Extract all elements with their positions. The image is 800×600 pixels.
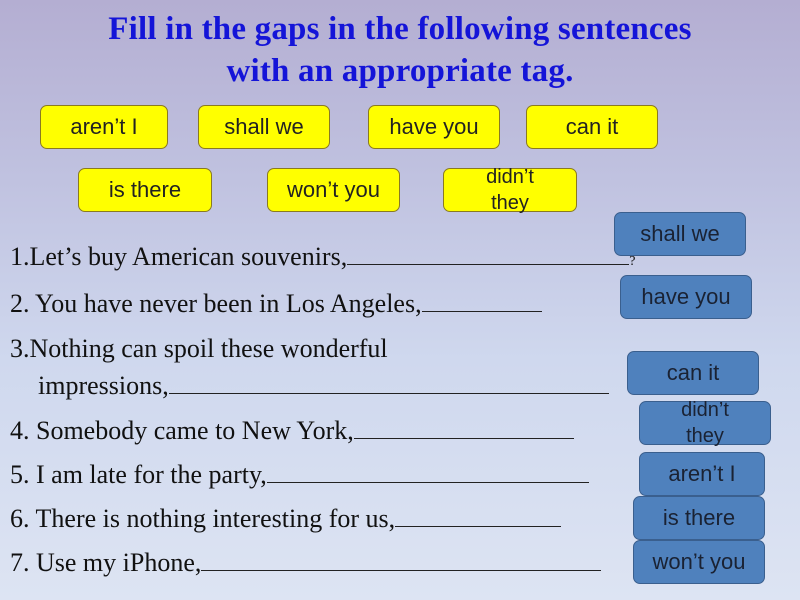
sentence-6-blank[interactable] xyxy=(395,502,562,527)
sentence-1-end: ? xyxy=(629,254,636,269)
option-chip-shall-we[interactable]: shall we xyxy=(198,105,330,149)
sentence-2-text: 2. You have never been in Los Angeles, xyxy=(10,289,422,318)
option-chip-wont-you[interactable]: won’t you xyxy=(267,168,400,212)
sentence-3-blank[interactable] xyxy=(168,369,609,394)
answer-chip-2[interactable]: have you xyxy=(620,275,752,319)
sentence-6: 6. There is nothing interesting for us, xyxy=(10,502,562,535)
sentence-5: 5. I am late for the party, xyxy=(10,458,589,491)
option-chip-arent-i[interactable]: aren’t I xyxy=(40,105,168,149)
option-chip-didnt-they[interactable]: didn’t they xyxy=(443,166,577,214)
sentence-7-blank[interactable] xyxy=(201,546,602,571)
sentence-2: 2. You have never been in Los Angeles, xyxy=(10,287,542,320)
answer-chip-6[interactable]: is there xyxy=(633,496,765,540)
sentence-6-text: 6. There is nothing interesting for us, xyxy=(10,504,396,533)
sentence-7: 7. Use my iPhone, xyxy=(10,546,602,579)
answer-chip-5[interactable]: aren’t I xyxy=(639,452,765,496)
sentence-3-cont: impressions, xyxy=(38,369,609,402)
sentence-4: 4. Somebody came to New York, xyxy=(10,414,574,447)
sentence-1-blank[interactable] xyxy=(347,240,630,265)
sentence-4-blank[interactable] xyxy=(353,414,574,439)
sentence-3-text: 3.Nothing can spoil these wonderful xyxy=(10,334,388,363)
sentence-2-blank[interactable] xyxy=(421,287,542,312)
answer-chip-1[interactable]: shall we xyxy=(614,212,746,256)
title-line-1: Fill in the gaps in the following senten… xyxy=(108,11,692,47)
answer-chip-7[interactable]: won’t you xyxy=(633,540,765,584)
sentence-5-blank[interactable] xyxy=(266,458,589,483)
option-chip-can-it[interactable]: can it xyxy=(526,105,658,149)
sentence-1: 1.Let’s buy American souvenirs,? xyxy=(10,240,635,278)
sentence-3: 3.Nothing can spoil these wonderful xyxy=(10,333,388,365)
option-chip-have-you[interactable]: have you xyxy=(368,105,500,149)
page-title: Fill in the gaps in the following senten… xyxy=(0,8,800,92)
sentence-5-text: 5. I am late for the party, xyxy=(10,460,267,489)
title-line-2: with an appropriate tag. xyxy=(226,53,574,89)
sentence-7-text: 7. Use my iPhone, xyxy=(10,548,202,577)
sentence-1-text: 1.Let’s buy American souvenirs, xyxy=(10,242,348,271)
answer-chip-3[interactable]: can it xyxy=(627,351,759,395)
sentence-4-text: 4. Somebody came to New York, xyxy=(10,416,354,445)
option-chip-is-there[interactable]: is there xyxy=(78,168,212,212)
answer-chip-4[interactable]: didn’t they xyxy=(639,399,771,447)
sentence-3-text-2: impressions, xyxy=(38,371,169,400)
